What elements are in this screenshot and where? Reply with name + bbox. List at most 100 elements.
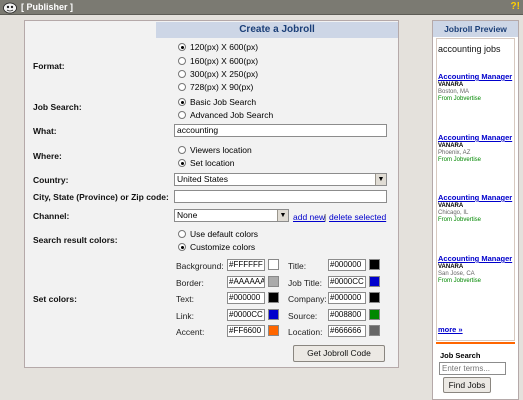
delete-selected-link[interactable]: delete selected: [329, 212, 386, 222]
panel-title: Create a Jobroll: [156, 22, 398, 38]
color-input-title[interactable]: #000000: [328, 259, 366, 271]
job-location: Phoenix, AZ: [438, 150, 471, 156]
color-input-accent[interactable]: #FF6600: [227, 325, 265, 337]
job-company: VANARA: [438, 264, 464, 270]
color-input-link[interactable]: #0000CC: [227, 309, 265, 321]
job-source: From Jobvertise: [438, 278, 482, 284]
country-select[interactable]: United States ▼: [174, 173, 387, 186]
job-title-link[interactable]: Accounting Manager: [438, 254, 516, 263]
jobroll-preview-panel: Jobroll Preview accounting jobs Accounti…: [432, 20, 519, 400]
preview-title: Jobroll Preview: [433, 21, 518, 37]
job-title-link[interactable]: Accounting Manager: [438, 133, 516, 142]
color-label-company: Company:: [288, 294, 327, 304]
channel-select[interactable]: None ▼: [174, 209, 289, 222]
format-option-300x250[interactable]: 300(px) X 250(px): [178, 69, 258, 79]
dropdown-arrow-icon[interactable]: ▼: [375, 174, 386, 185]
job-company: VANARA: [438, 203, 464, 209]
what-input[interactable]: accounting: [174, 124, 387, 137]
radio-selected-icon[interactable]: [178, 43, 186, 51]
app-title: [ Publisher ]: [21, 2, 74, 12]
color-input-job-title[interactable]: #0000CC: [328, 276, 366, 288]
format-option-120x600[interactable]: 120(px) X 600(px): [178, 42, 258, 52]
job-search-option-advanced[interactable]: Advanced Job Search: [178, 110, 273, 120]
color-swatch-source[interactable]: [369, 309, 380, 320]
result-colors-option-customize[interactable]: Customize colors: [178, 242, 255, 252]
job-title-link[interactable]: Accounting Manager: [438, 72, 516, 81]
radio-icon[interactable]: [178, 230, 186, 238]
job-search-label: Job Search:: [33, 102, 82, 112]
where-option-set-location[interactable]: Set location: [178, 158, 234, 168]
city-label: City, State (Province) or Zip code:: [33, 192, 169, 202]
job-search-widget-input[interactable]: [439, 362, 506, 375]
list-item: Accounting Manager VANARA Boston, MA Fro…: [438, 72, 516, 102]
country-selected-value: United States: [177, 174, 229, 184]
color-swatch-border[interactable]: [268, 276, 279, 287]
radio-icon[interactable]: [178, 83, 186, 91]
job-search-option-basic[interactable]: Basic Job Search: [178, 97, 256, 107]
job-title-link[interactable]: Accounting Manager: [438, 193, 516, 202]
city-input[interactable]: [174, 190, 387, 203]
what-label: What:: [33, 126, 57, 136]
result-colors-option-default[interactable]: Use default colors: [178, 229, 258, 239]
radio-icon[interactable]: [178, 111, 186, 119]
more-link[interactable]: more »: [438, 325, 463, 334]
color-input-company[interactable]: #000000: [328, 292, 366, 304]
color-swatch-job-title[interactable]: [369, 276, 380, 287]
color-swatch-text[interactable]: [268, 292, 279, 303]
radio-selected-icon[interactable]: [178, 98, 186, 106]
color-swatch-location[interactable]: [369, 325, 380, 336]
link-separator: |: [324, 212, 327, 222]
top-bar: [ Publisher ] ?!: [0, 0, 523, 15]
radio-icon[interactable]: [178, 146, 186, 154]
color-label-location: Location:: [288, 327, 323, 337]
color-swatch-accent[interactable]: [268, 325, 279, 336]
channel-label: Channel:: [33, 211, 70, 221]
find-jobs-button[interactable]: Find Jobs: [443, 377, 491, 393]
format-label: Format:: [33, 61, 65, 71]
job-search-widget-label: Job Search: [440, 351, 481, 360]
help-icon[interactable]: ?!: [511, 1, 520, 12]
color-label-accent: Accent:: [176, 327, 205, 337]
radio-icon[interactable]: [178, 70, 186, 78]
radio-selected-icon[interactable]: [178, 243, 186, 251]
job-company: VANARA: [438, 82, 464, 88]
color-swatch-background[interactable]: [268, 259, 279, 270]
color-label-background: Background:: [176, 261, 224, 271]
add-new-link[interactable]: add new: [293, 212, 325, 222]
search-result-colors-label: Search result colors:: [33, 235, 118, 245]
color-label-border: Border:: [176, 278, 204, 288]
dropdown-arrow-icon[interactable]: ▼: [277, 210, 288, 221]
set-colors-label: Set colors:: [33, 294, 77, 304]
radio-icon[interactable]: [178, 57, 186, 65]
accent-divider: [436, 342, 515, 344]
color-label-job-title: Job Title:: [288, 278, 323, 288]
where-label: Where:: [33, 151, 62, 161]
format-option-728x90[interactable]: 728(px) X 90(px): [178, 82, 253, 92]
list-item: Accounting Manager VANARA Chicago, IL Fr…: [438, 193, 516, 223]
color-label-link: Link:: [176, 311, 194, 321]
job-source: From Jobvertise: [438, 217, 482, 223]
color-input-background[interactable]: #FFFFFF: [227, 259, 265, 271]
color-input-border[interactable]: #AAAAAA: [227, 276, 265, 288]
format-option-160x600[interactable]: 160(px) X 600(px): [178, 56, 258, 66]
color-swatch-title[interactable]: [369, 259, 380, 270]
country-label: Country:: [33, 175, 69, 185]
color-input-text[interactable]: #000000: [227, 292, 265, 304]
channel-selected-value: None: [177, 210, 198, 220]
job-source: From Jobvertise: [438, 96, 482, 102]
color-label-text: Text:: [176, 294, 194, 304]
color-swatch-company[interactable]: [369, 292, 380, 303]
color-input-location[interactable]: #666666: [328, 325, 366, 337]
color-input-source[interactable]: #008800: [328, 309, 366, 321]
publisher-logo-icon: [3, 2, 17, 14]
preview-query-title: accounting jobs: [438, 44, 501, 54]
where-option-viewers-location[interactable]: Viewers location: [178, 145, 252, 155]
color-label-source: Source:: [288, 311, 318, 321]
job-source: From Jobvertise: [438, 157, 482, 163]
job-company: VANARA: [438, 143, 464, 149]
job-location: Chicago, IL: [438, 210, 469, 216]
radio-selected-icon[interactable]: [178, 159, 186, 167]
job-location: San Jose, CA: [438, 271, 475, 277]
get-jobroll-code-button[interactable]: Get Jobroll Code: [293, 345, 385, 362]
color-swatch-link[interactable]: [268, 309, 279, 320]
